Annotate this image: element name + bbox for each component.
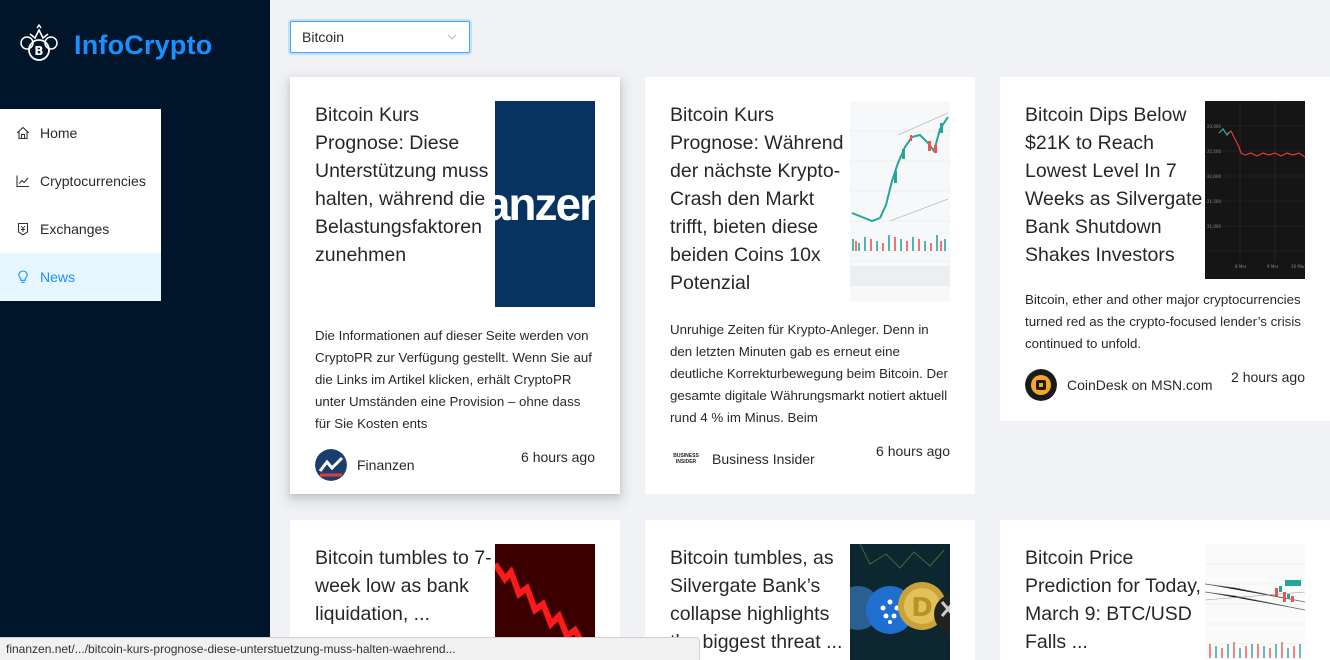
svg-text:8 Mar: 8 Mar (1235, 264, 1247, 269)
news-provider: Finanzen (315, 449, 415, 481)
news-title[interactable]: Bitcoin Price Prediction for Today, Marc… (1025, 544, 1205, 660)
news-description: Bitcoin, ether and other major cryptocur… (1025, 292, 1301, 351)
menu-item-cryptocurrencies[interactable]: Cryptocurrencies (0, 157, 161, 205)
news-provider: CoinDesk on MSN.com (1025, 369, 1213, 401)
sidebar: B InfoCrypto Home Cryptocurrencies Excha… (0, 0, 270, 660)
logo[interactable]: B InfoCrypto (18, 24, 212, 66)
news-card[interactable]: Bitcoin Kurs Prognose: Diese Unterstützu… (290, 77, 620, 494)
news-image: anzen (495, 101, 595, 307)
menu-item-label: Home (40, 125, 78, 141)
chevron-down-icon (447, 34, 457, 40)
browser-status-url: finanzen.net/.../bitcoin-kurs-prognose-d… (0, 637, 700, 660)
coindesk-avatar-icon (1025, 369, 1057, 401)
crypto-select[interactable]: Bitcoin (290, 21, 470, 53)
svg-text:D: D (911, 593, 933, 623)
home-icon (16, 126, 30, 140)
news-image (850, 101, 950, 301)
menu-item-news[interactable]: News (0, 253, 161, 301)
business-insider-avatar: BUSINESS INSIDER (670, 443, 702, 475)
news-card[interactable]: Bitcoin Kurs Prognose: Während der nächs… (645, 77, 975, 494)
news-time: 6 hours ago (521, 449, 595, 465)
svg-text:22,000: 22,000 (1207, 174, 1221, 179)
news-time: 2 hours ago (1231, 369, 1305, 385)
menu-item-home[interactable]: Home (0, 109, 161, 157)
menu-item-label: Cryptocurrencies (40, 173, 146, 189)
news-description: Die Informationen auf dieser Seite werde… (315, 328, 592, 431)
menu-item-label: Exchanges (40, 221, 110, 237)
news-card[interactable]: Bitcoin Price Prediction for Today, Marc… (1000, 520, 1330, 660)
svg-text:9 Mar: 9 Mar (1267, 264, 1279, 269)
news-card[interactable]: Bitcoin Dips Below $21K to Reach Lowest … (1000, 77, 1330, 421)
news-footer: CoinDesk on MSN.com 2 hours ago (1025, 369, 1305, 401)
news-image: D (850, 544, 950, 660)
svg-text:10 Mar: 10 Mar (1291, 264, 1305, 269)
news-image (1205, 544, 1305, 660)
menu-item-exchanges[interactable]: Exchanges (0, 205, 161, 253)
news-image: 23,000 22,500 22,000 21,500 21,000 8 Mar 9 Ma… (1205, 101, 1305, 279)
news-footer: BUSINESS INSIDER Business Insider 6 hour… (670, 443, 950, 475)
select-value: Bitcoin (302, 29, 345, 45)
bulb-icon (18, 270, 28, 283)
crypto-logo-icon: B (20, 24, 58, 61)
news-time: 6 hours ago (876, 443, 950, 459)
finanzen-avatar-icon (315, 449, 347, 481)
news-title[interactable]: Bitcoin Dips Below $21K to Reach Lowest … (1025, 101, 1205, 279)
news-title[interactable]: Bitcoin Kurs Prognose: Diese Unterstützu… (315, 101, 495, 307)
provider-name: Finanzen (357, 457, 415, 473)
svg-text:21,500: 21,500 (1207, 199, 1221, 204)
provider-name: Business Insider (712, 451, 815, 467)
provider-logo-text: BUSINESS INSIDER (673, 453, 699, 465)
svg-text:B: B (34, 44, 43, 58)
svg-text:23,000: 23,000 (1207, 124, 1221, 129)
news-image-text: anzen (495, 178, 595, 230)
news-description: Unruhige Zeiten für Krypto-Anleger. Denn… (670, 322, 948, 425)
news-title[interactable]: Bitcoin Kurs Prognose: Während der nächs… (670, 101, 850, 301)
line-chart-icon (16, 175, 29, 188)
svg-text:22,500: 22,500 (1207, 149, 1221, 154)
nav-menu: Home Cryptocurrencies Exchanges News (0, 109, 161, 301)
svg-text:21,000: 21,000 (1207, 224, 1221, 229)
money-collect-icon (17, 222, 29, 236)
menu-item-label: News (40, 269, 76, 285)
news-footer: Finanzen 6 hours ago (315, 449, 595, 481)
news-provider: BUSINESS INSIDER Business Insider (670, 443, 815, 475)
app-title: InfoCrypto (74, 29, 213, 60)
provider-name: CoinDesk on MSN.com (1067, 377, 1213, 393)
